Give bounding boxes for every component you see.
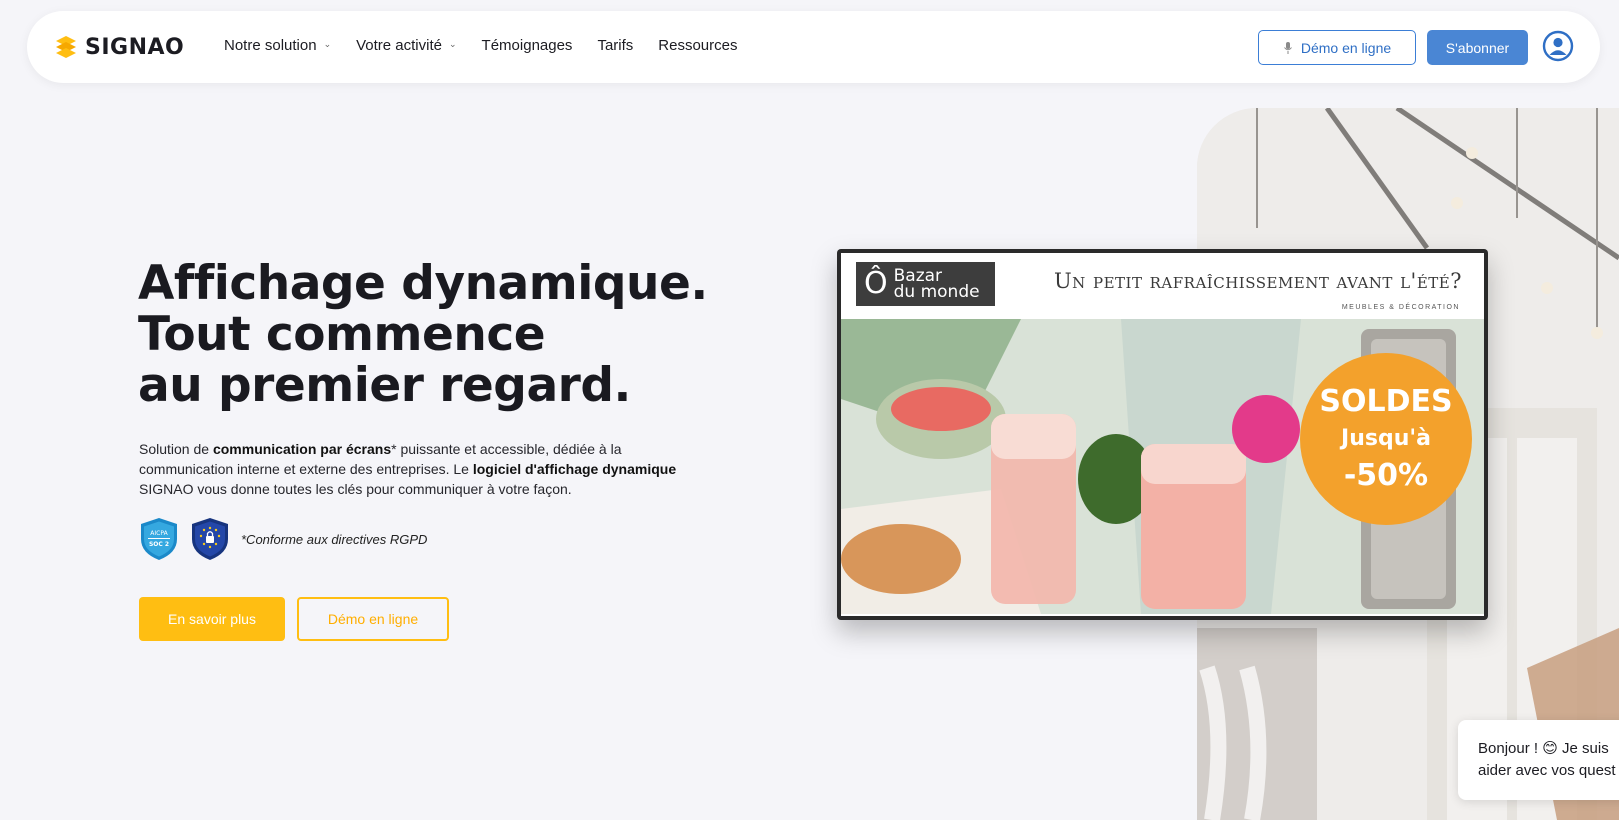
bazar-du-monde-logo: Ô Bazar du monde (856, 262, 995, 306)
bazar-logo-text: Bazar du monde (893, 268, 980, 302)
display-screen: Ô Bazar du monde Un petit rafraîchisseme… (837, 249, 1488, 620)
sale-badge-discount: -50% (1343, 458, 1429, 493)
soc2-badge-line2: SOC 2 (149, 541, 169, 548)
soc2-badge-line1: AICPA (150, 530, 168, 537)
learn-more-button[interactable]: En savoir plus (139, 597, 285, 641)
demo-button-nav[interactable]: Démo en ligne (1258, 30, 1416, 65)
soc2-badge-icon: AICPA SOC 2 (141, 518, 177, 560)
screen-content: Ô Bazar du monde Un petit rafraîchisseme… (841, 253, 1484, 616)
demo-button-hero[interactable]: Démo en ligne (297, 597, 449, 641)
main-nav: Notre solution ⌄ Votre activité ⌄ Témoig… (224, 37, 737, 54)
nav-item-temoignages[interactable]: Témoignages (482, 37, 573, 54)
chevron-down-icon: ⌄ (449, 39, 457, 49)
hero-title-line: Affichage dynamique. (138, 256, 708, 311)
certification-badges: AICPA SOC 2 *Conforme aux directives RGP… (139, 517, 427, 561)
subscribe-button[interactable]: S'abonner (1427, 30, 1528, 65)
desc-text: SIGNAO vous donne toutes les clés pour c… (139, 481, 572, 497)
rgpd-note: *Conforme aux directives RGPD (241, 531, 428, 547)
chevron-down-icon: ⌄ (323, 39, 332, 49)
nav-item-tarifs[interactable]: Tarifs (597, 37, 633, 54)
sale-badge-title: SOLDES (1319, 384, 1453, 419)
signao-logo-icon (56, 36, 76, 58)
chat-message-line: aider avec vos quest (1478, 762, 1616, 779)
sale-badge: SOLDES Jusqu'à -50% (1300, 353, 1472, 525)
nav-item-label: Ressources (658, 37, 738, 54)
nav-item-label: Notre solution (224, 37, 317, 54)
chat-message-line: Bonjour ! 😊 Je suis (1478, 740, 1609, 757)
microphone-icon (1283, 41, 1292, 54)
ad-subline: MEUBLES & DÉCORATION (1341, 304, 1460, 311)
hero-title-line: Tout commence (138, 307, 546, 362)
bazar-logo-mark-icon: Ô (864, 266, 888, 301)
user-account-icon[interactable] (1542, 30, 1574, 62)
desc-link-communication: communication par écrans (212, 441, 392, 457)
hero-description: Solution de communication par écrans* pu… (139, 439, 709, 499)
ad-header: Ô Bazar du monde Un petit rafraîchisseme… (841, 253, 1484, 319)
sale-badge-subtitle: Jusqu'à (1341, 426, 1431, 451)
bazar-logo-line: du monde (893, 282, 980, 302)
signao-logo[interactable]: SIGNAO (55, 34, 184, 60)
nav-item-label: Témoignages (481, 37, 573, 54)
desc-text: Solution de (139, 441, 213, 457)
nav-item-ressources[interactable]: Ressources (658, 37, 737, 54)
nav-item-label: Votre activité (356, 37, 442, 54)
demo-button-label: Démo en ligne (1300, 39, 1392, 56)
logo-text: SIGNAO (85, 34, 185, 60)
rgpd-shield-icon (192, 518, 228, 560)
top-navbar: SIGNAO Notre solution ⌄ Votre activité ⌄… (27, 11, 1600, 83)
nav-item-votre-activite[interactable]: Votre activité ⌄ (356, 37, 456, 54)
nav-item-label: Tarifs (597, 37, 634, 54)
desc-link-logiciel: logiciel d'affichage dynamique (472, 461, 677, 477)
nav-item-notre-solution[interactable]: Notre solution ⌄ (224, 37, 331, 54)
ad-slogan: Un petit rafraîchissement avant l'été? (1053, 269, 1462, 293)
hero-title: Affichage dynamique. Tout commence au pr… (138, 258, 758, 411)
hero-title-line: au premier regard. (138, 358, 631, 413)
chat-widget-bubble[interactable]: Bonjour ! 😊 Je suis aider avec vos quest (1458, 720, 1619, 800)
